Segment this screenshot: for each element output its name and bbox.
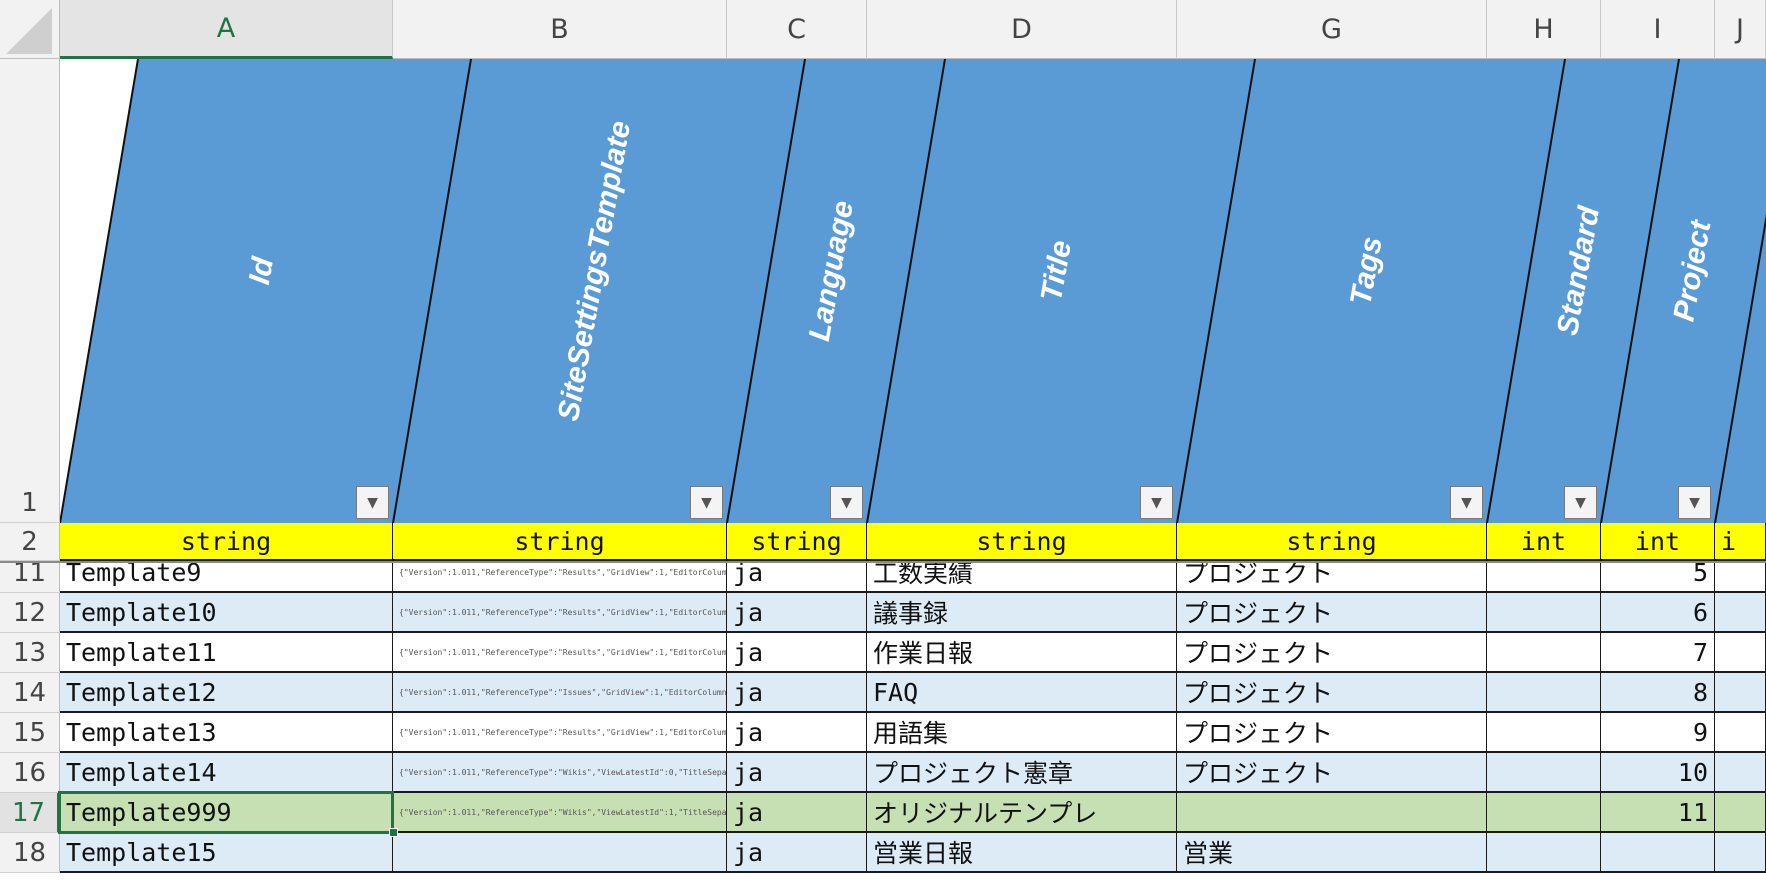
row-header-13[interactable]: 13 bbox=[0, 633, 60, 673]
cell-I18[interactable] bbox=[1601, 833, 1715, 873]
filter-dropdown-C[interactable]: ▼ bbox=[830, 486, 863, 519]
cell-D15[interactable]: 用語集 bbox=[867, 713, 1177, 753]
cell-G15[interactable]: プロジェクト bbox=[1177, 713, 1487, 753]
filter-dropdown-D[interactable]: ▼ bbox=[1140, 486, 1173, 519]
filter-dropdown-G[interactable]: ▼ bbox=[1450, 486, 1483, 519]
cell-C15[interactable]: ja bbox=[727, 713, 867, 753]
type-cell-D[interactable]: string bbox=[867, 523, 1177, 561]
cell-A12[interactable]: Template10 bbox=[60, 593, 393, 633]
column-header-G[interactable]: G bbox=[1177, 0, 1487, 59]
cell-J12[interactable] bbox=[1715, 593, 1766, 633]
row-header-14[interactable]: 14 bbox=[0, 673, 60, 713]
cell-B14[interactable]: {"Version":1.011,"ReferenceType":"Issues… bbox=[393, 673, 727, 713]
cell-D13[interactable]: 作業日報 bbox=[867, 633, 1177, 673]
cell-G12[interactable]: プロジェクト bbox=[1177, 593, 1487, 633]
cell-D12[interactable]: 議事録 bbox=[867, 593, 1177, 633]
cell-B12[interactable]: {"Version":1.011,"ReferenceType":"Result… bbox=[393, 593, 727, 633]
cell-J15[interactable] bbox=[1715, 713, 1766, 753]
cell-G14[interactable]: プロジェクト bbox=[1177, 673, 1487, 713]
type-cell-A[interactable]: string bbox=[60, 523, 393, 561]
column-header-B[interactable]: B bbox=[393, 0, 727, 59]
cell-B15[interactable]: {"Version":1.011,"ReferenceType":"Result… bbox=[393, 713, 727, 753]
cell-J16[interactable] bbox=[1715, 753, 1766, 793]
cell-G13[interactable]: プロジェクト bbox=[1177, 633, 1487, 673]
filter-dropdown-B[interactable]: ▼ bbox=[690, 486, 723, 519]
fill-handle[interactable] bbox=[389, 828, 398, 837]
cell-A14[interactable]: Template12 bbox=[60, 673, 393, 713]
column-header-D[interactable]: D bbox=[867, 0, 1177, 59]
cell-H15[interactable] bbox=[1487, 713, 1601, 753]
row-header-12[interactable]: 12 bbox=[0, 593, 60, 633]
cell-J17[interactable] bbox=[1715, 793, 1766, 833]
cell-D14[interactable]: FAQ bbox=[867, 673, 1177, 713]
column-header-I[interactable]: I bbox=[1601, 0, 1715, 59]
type-cell-C[interactable]: string bbox=[727, 523, 867, 561]
cell-J18[interactable] bbox=[1715, 833, 1766, 873]
cell-H17[interactable] bbox=[1487, 793, 1601, 833]
triangle-down-icon: ▼ bbox=[841, 492, 852, 513]
triangle-down-icon: ▼ bbox=[1461, 492, 1472, 513]
type-cell-B[interactable]: string bbox=[393, 523, 727, 561]
type-cell-G[interactable]: string bbox=[1177, 523, 1487, 561]
column-header-C[interactable]: C bbox=[727, 0, 867, 59]
select-all-triangle-icon bbox=[6, 8, 52, 54]
cell-G18[interactable]: 営業 bbox=[1177, 833, 1487, 873]
cell-A15[interactable]: Template13 bbox=[60, 713, 393, 753]
column-header-A[interactable]: A bbox=[60, 0, 393, 59]
column-header-H[interactable]: H bbox=[1487, 0, 1601, 59]
row-header-2[interactable]: 2 bbox=[0, 523, 60, 561]
cell-H18[interactable] bbox=[1487, 833, 1601, 873]
cell-H16[interactable] bbox=[1487, 753, 1601, 793]
cell-H13[interactable] bbox=[1487, 633, 1601, 673]
cell-B13[interactable]: {"Version":1.011,"ReferenceType":"Result… bbox=[393, 633, 727, 673]
triangle-down-icon: ▼ bbox=[1151, 492, 1162, 513]
triangle-down-icon: ▼ bbox=[367, 492, 378, 513]
cell-C16[interactable]: ja bbox=[727, 753, 867, 793]
cell-J14[interactable] bbox=[1715, 673, 1766, 713]
triangle-down-icon: ▼ bbox=[1575, 492, 1586, 513]
cell-H12[interactable] bbox=[1487, 593, 1601, 633]
cell-I14[interactable]: 8 bbox=[1601, 673, 1715, 713]
cell-D17[interactable]: オリジナルテンプレ bbox=[867, 793, 1177, 833]
row-header-18[interactable]: 18 bbox=[0, 833, 60, 873]
cell-C13[interactable]: ja bbox=[727, 633, 867, 673]
row-header-16[interactable]: 16 bbox=[0, 753, 60, 793]
cell-H14[interactable] bbox=[1487, 673, 1601, 713]
row-header-1[interactable]: 1 bbox=[0, 59, 60, 523]
cell-I12[interactable]: 6 bbox=[1601, 593, 1715, 633]
header-fill bbox=[60, 59, 1766, 523]
filter-dropdown-I[interactable]: ▼ bbox=[1678, 486, 1711, 519]
cell-I15[interactable]: 9 bbox=[1601, 713, 1715, 753]
cell-B17[interactable]: {"Version":1.011,"ReferenceType":"Wikis"… bbox=[393, 793, 727, 833]
cell-B18[interactable] bbox=[393, 833, 727, 873]
cell-B16[interactable]: {"Version":1.011,"ReferenceType":"Wikis"… bbox=[393, 753, 727, 793]
row-header-15[interactable]: 15 bbox=[0, 713, 60, 753]
cell-D18[interactable]: 営業日報 bbox=[867, 833, 1177, 873]
cell-G17[interactable] bbox=[1177, 793, 1487, 833]
cell-A13[interactable]: Template11 bbox=[60, 633, 393, 673]
filter-dropdown-A[interactable]: ▼ bbox=[356, 486, 389, 519]
type-cell-J[interactable]: i bbox=[1715, 523, 1766, 561]
row-header-17[interactable]: 17 bbox=[0, 793, 60, 833]
freeze-pane-line bbox=[0, 561, 1766, 563]
filter-dropdown-H[interactable]: ▼ bbox=[1564, 486, 1597, 519]
cell-I16[interactable]: 10 bbox=[1601, 753, 1715, 793]
cell-J13[interactable] bbox=[1715, 633, 1766, 673]
cell-C12[interactable]: ja bbox=[727, 593, 867, 633]
cell-I13[interactable]: 7 bbox=[1601, 633, 1715, 673]
cell-G16[interactable]: プロジェクト bbox=[1177, 753, 1487, 793]
cell-A18[interactable]: Template15 bbox=[60, 833, 393, 873]
column-header-J[interactable]: J bbox=[1715, 0, 1766, 59]
cell-D16[interactable]: プロジェクト憲章 bbox=[867, 753, 1177, 793]
cell-C17[interactable]: ja bbox=[727, 793, 867, 833]
type-cell-H[interactable]: int bbox=[1487, 523, 1601, 561]
active-cell-selection[interactable] bbox=[58, 791, 394, 834]
cell-A16[interactable]: Template14 bbox=[60, 753, 393, 793]
cell-C18[interactable]: ja bbox=[727, 833, 867, 873]
triangle-down-icon: ▼ bbox=[701, 492, 712, 513]
triangle-down-icon: ▼ bbox=[1689, 492, 1700, 513]
type-cell-I[interactable]: int bbox=[1601, 523, 1715, 561]
cell-C14[interactable]: ja bbox=[727, 673, 867, 713]
cell-I17[interactable]: 11 bbox=[1601, 793, 1715, 833]
